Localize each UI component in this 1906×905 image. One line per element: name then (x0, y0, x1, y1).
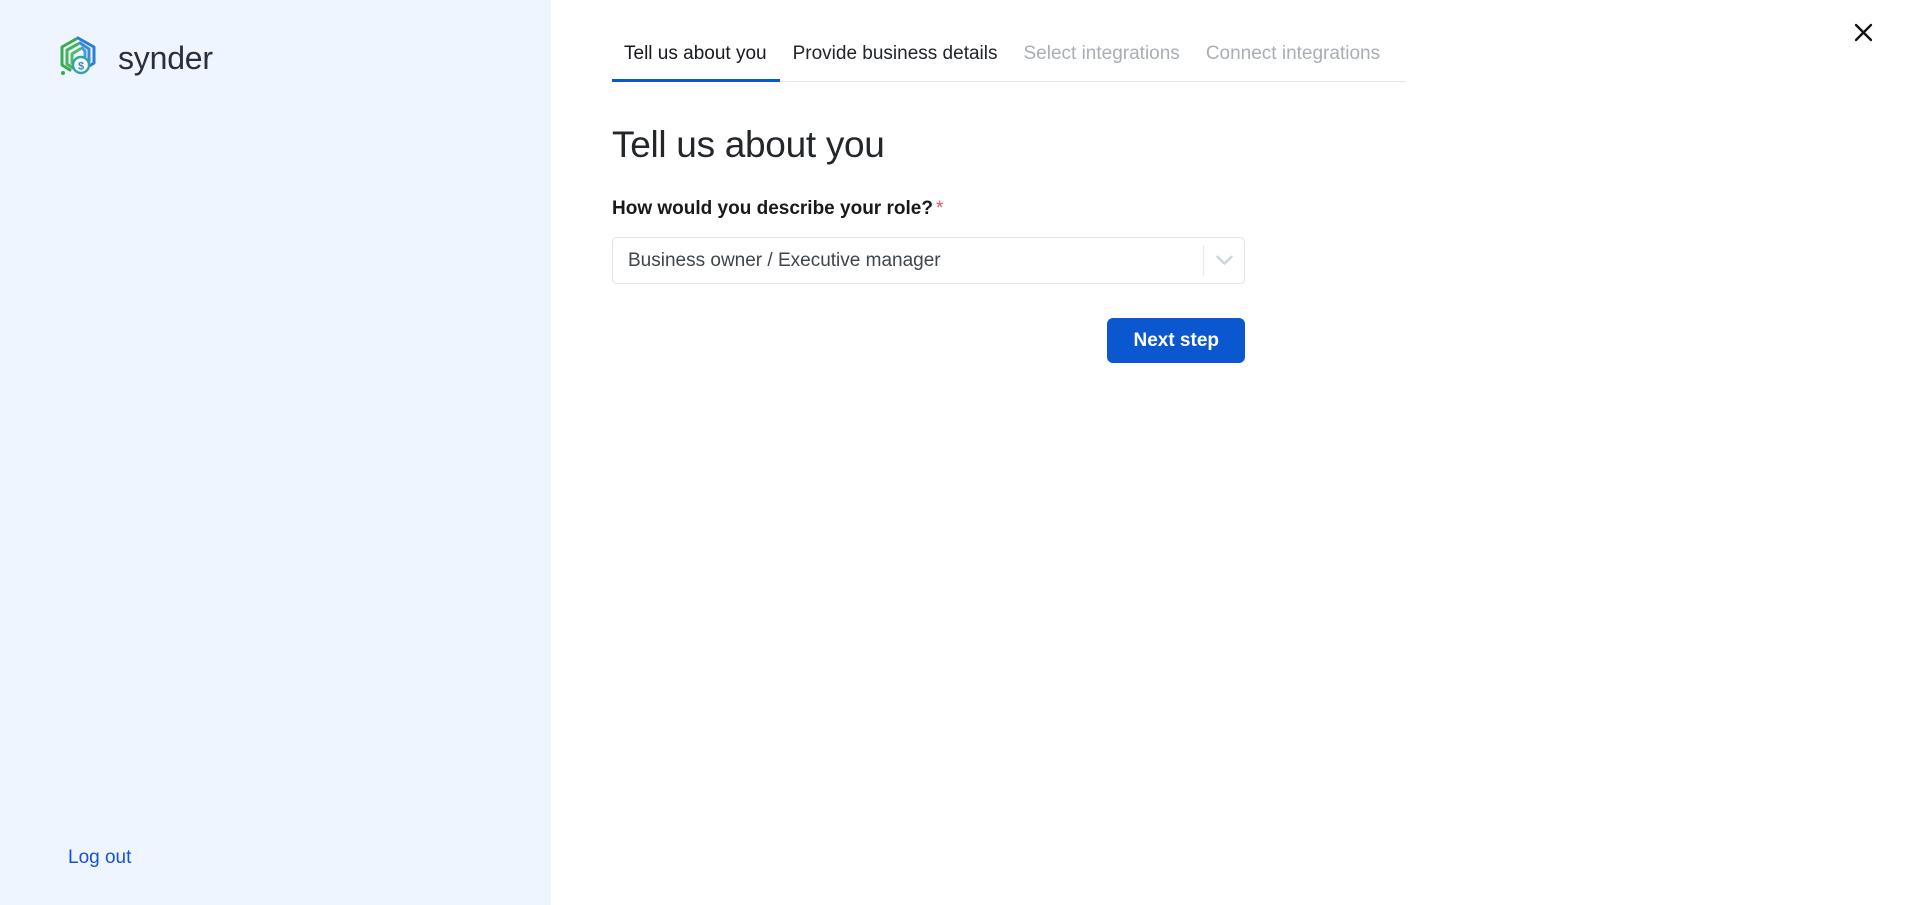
role-field-label-text: How would you describe your role? (612, 197, 933, 219)
close-icon (1854, 23, 1873, 42)
main-panel: Tell us about you Provide business detai… (551, 0, 1906, 905)
brand: $ synder (56, 32, 213, 84)
tab-tell-us-about-you[interactable]: Tell us about you (612, 44, 780, 82)
onboarding-steps-tabs: Tell us about you Provide business detai… (612, 0, 1406, 82)
role-select[interactable]: Business owner / Executive manager (612, 237, 1245, 285)
page-title: Tell us about you (612, 124, 885, 165)
tab-label: Tell us about you (624, 43, 767, 64)
sidebar: $ synder Log out (0, 0, 551, 905)
svg-text:$: $ (78, 60, 84, 72)
tab-select-integrations: Select integrations (1010, 44, 1192, 82)
role-field-label: How would you describe your role? * (612, 198, 1245, 221)
tab-label: Connect integrations (1205, 43, 1381, 64)
tab-connect-integrations: Connect integrations (1193, 44, 1393, 82)
tab-label: Provide business details (792, 43, 998, 64)
role-select-value: Business owner / Executive manager (628, 251, 941, 271)
chevron-down-icon[interactable] (1204, 238, 1244, 283)
role-field: How would you describe your role? * Busin… (612, 198, 1245, 285)
tab-label: Select integrations (1023, 43, 1180, 64)
tab-provide-business-details[interactable]: Provide business details (780, 44, 1011, 82)
synder-hexagon-logo-icon: $ (56, 32, 104, 84)
logout-link[interactable]: Log out (68, 847, 131, 870)
close-button[interactable] (1846, 15, 1880, 49)
onboarding-screen: $ synder Log out Tell us about you Provi… (0, 0, 1906, 905)
next-step-button[interactable]: Next step (1107, 318, 1245, 364)
required-asterisk: * (935, 197, 944, 219)
brand-name: synder (118, 40, 213, 76)
onboarding-content: Tell us about you Provide business detai… (612, 0, 1412, 364)
form-actions: Next step (612, 318, 1245, 364)
